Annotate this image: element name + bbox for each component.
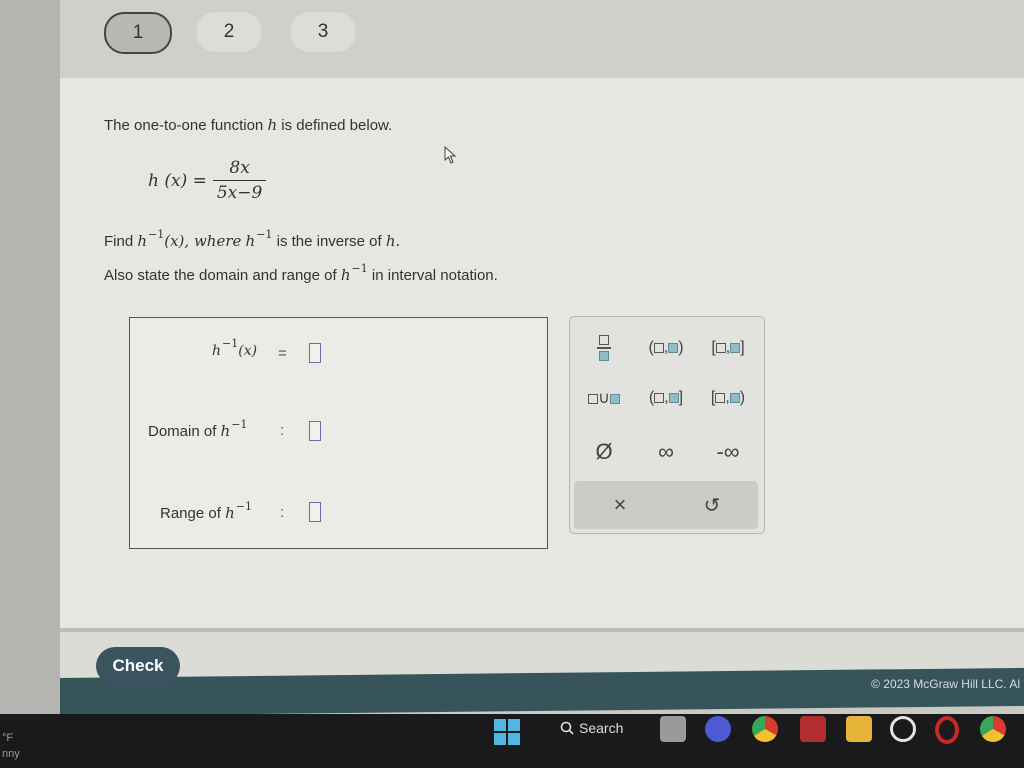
chrome-icon[interactable] xyxy=(980,716,1006,742)
empty-set-icon: Ø xyxy=(595,439,613,464)
superscript: −1 xyxy=(351,262,368,275)
superscript: −1 xyxy=(235,500,252,513)
app-icon[interactable] xyxy=(890,716,916,742)
open-closed-interval-icon: (,] xyxy=(648,389,684,406)
formula-lhs: h (x) = xyxy=(148,170,207,191)
range-label: Range of h−1 xyxy=(160,500,252,522)
file-explorer-icon[interactable] xyxy=(846,716,872,742)
superscript: −1 xyxy=(256,228,273,241)
closed-closed-interval-key[interactable]: [,] xyxy=(700,331,756,365)
undo-icon: ↺ xyxy=(703,494,721,517)
weather-temp: °F xyxy=(2,732,14,744)
intro-end-text: is defined below. xyxy=(281,117,393,134)
fn-name: h xyxy=(267,116,278,134)
label-fn: h xyxy=(220,422,231,440)
inverse-label: h−1(x) xyxy=(212,337,258,359)
domain-range-instruction: Also state the domain and range of h−1 i… xyxy=(104,262,498,284)
superscript: −1 xyxy=(222,337,239,350)
infinity-key[interactable]: ∞ xyxy=(638,435,694,469)
superscript: −1 xyxy=(231,418,248,431)
colon: : xyxy=(280,422,285,439)
close-icon: × xyxy=(613,492,627,517)
find-prefix: Find xyxy=(104,233,134,250)
weather-condition: nny xyxy=(2,748,20,760)
numerator: 8x xyxy=(229,158,250,178)
check-button[interactable]: Check xyxy=(96,647,180,685)
equals-sign: = xyxy=(278,345,287,362)
copyright-text: © 2023 McGraw Hill LLC. Al xyxy=(871,677,1020,691)
label-fn: h xyxy=(212,343,222,359)
browser-left-edge xyxy=(0,0,60,715)
closed-open-interval-icon: [,) xyxy=(710,389,746,406)
open-interval-icon: (,) xyxy=(648,339,684,356)
fraction-icon xyxy=(597,335,611,361)
range-input[interactable] xyxy=(309,502,321,522)
also-fn: h xyxy=(340,266,351,284)
video-call-app-icon[interactable] xyxy=(705,716,731,742)
mcafee-icon[interactable] xyxy=(800,716,826,742)
open-closed-interval-key[interactable]: (,] xyxy=(638,381,694,415)
open-open-interval-key[interactable]: (,) xyxy=(638,331,694,365)
find-arg: (x), where xyxy=(164,232,242,250)
math-keypad: (,) [,] ∪ (,] [,) Ø ∞ -∞ × ↺ xyxy=(569,316,765,534)
superscript: −1 xyxy=(148,228,165,241)
taskbar-search[interactable]: Search xyxy=(560,720,623,736)
keypad-action-bar: × ↺ xyxy=(574,481,758,529)
closed-open-interval-key[interactable]: [,) xyxy=(700,381,756,415)
find-end: is the inverse of xyxy=(276,233,382,250)
inverse-input[interactable] xyxy=(309,343,321,363)
also-end: in interval notation. xyxy=(371,267,498,284)
also-prefix: Also state the domain and range of xyxy=(104,267,337,284)
chrome-profile-icon[interactable] xyxy=(752,716,778,742)
fraction-key[interactable] xyxy=(576,331,632,365)
question-3-tab[interactable]: 3 xyxy=(290,12,356,52)
mouse-pointer-icon xyxy=(444,146,457,164)
label-arg: (x) xyxy=(238,343,258,359)
find-end-fn: h. xyxy=(385,232,401,250)
infinity-icon: ∞ xyxy=(658,439,674,464)
domain-label: Domain of h−1 xyxy=(148,418,247,440)
negative-infinity-icon: -∞ xyxy=(716,439,740,464)
empty-set-key[interactable]: Ø xyxy=(576,435,632,469)
denominator: 5x−9 xyxy=(212,180,267,203)
question-2-tab[interactable]: 2 xyxy=(196,12,262,52)
search-label: Search xyxy=(579,720,624,736)
find-fn: h xyxy=(137,232,148,250)
clear-button[interactable]: × xyxy=(592,488,648,522)
label-fn: h xyxy=(225,504,235,522)
range-label-text: Range of xyxy=(160,505,221,522)
problem-intro: The one-to-one function h is defined bel… xyxy=(104,116,392,134)
task-view-icon[interactable] xyxy=(660,716,686,742)
domain-label-text: Domain of xyxy=(148,423,217,440)
opera-icon[interactable] xyxy=(935,716,959,744)
weather-widget[interactable]: °F nny xyxy=(2,730,20,762)
function-definition: h (x) = 8x 5x−9 xyxy=(148,158,267,203)
windows-start-icon[interactable] xyxy=(494,719,520,745)
union-icon: ∪ xyxy=(588,388,620,408)
find-instruction: Find h−1(x), where h−1 is the inverse of… xyxy=(104,228,401,250)
union-key[interactable]: ∪ xyxy=(576,381,632,415)
fraction: 8x 5x−9 xyxy=(212,158,267,203)
undo-button[interactable]: ↺ xyxy=(684,488,740,522)
domain-input[interactable] xyxy=(309,421,321,441)
question-1-tab[interactable]: 1 xyxy=(104,12,172,54)
find-mid-fn: h xyxy=(245,232,256,250)
answer-panel: h−1(x) = Domain of h−1 : Range of h−1 : xyxy=(129,317,548,549)
search-icon xyxy=(560,721,574,735)
closed-interval-icon: [,] xyxy=(711,339,745,356)
colon: : xyxy=(280,504,285,521)
intro-text: The one-to-one function xyxy=(104,117,264,134)
negative-infinity-key[interactable]: -∞ xyxy=(700,435,756,469)
